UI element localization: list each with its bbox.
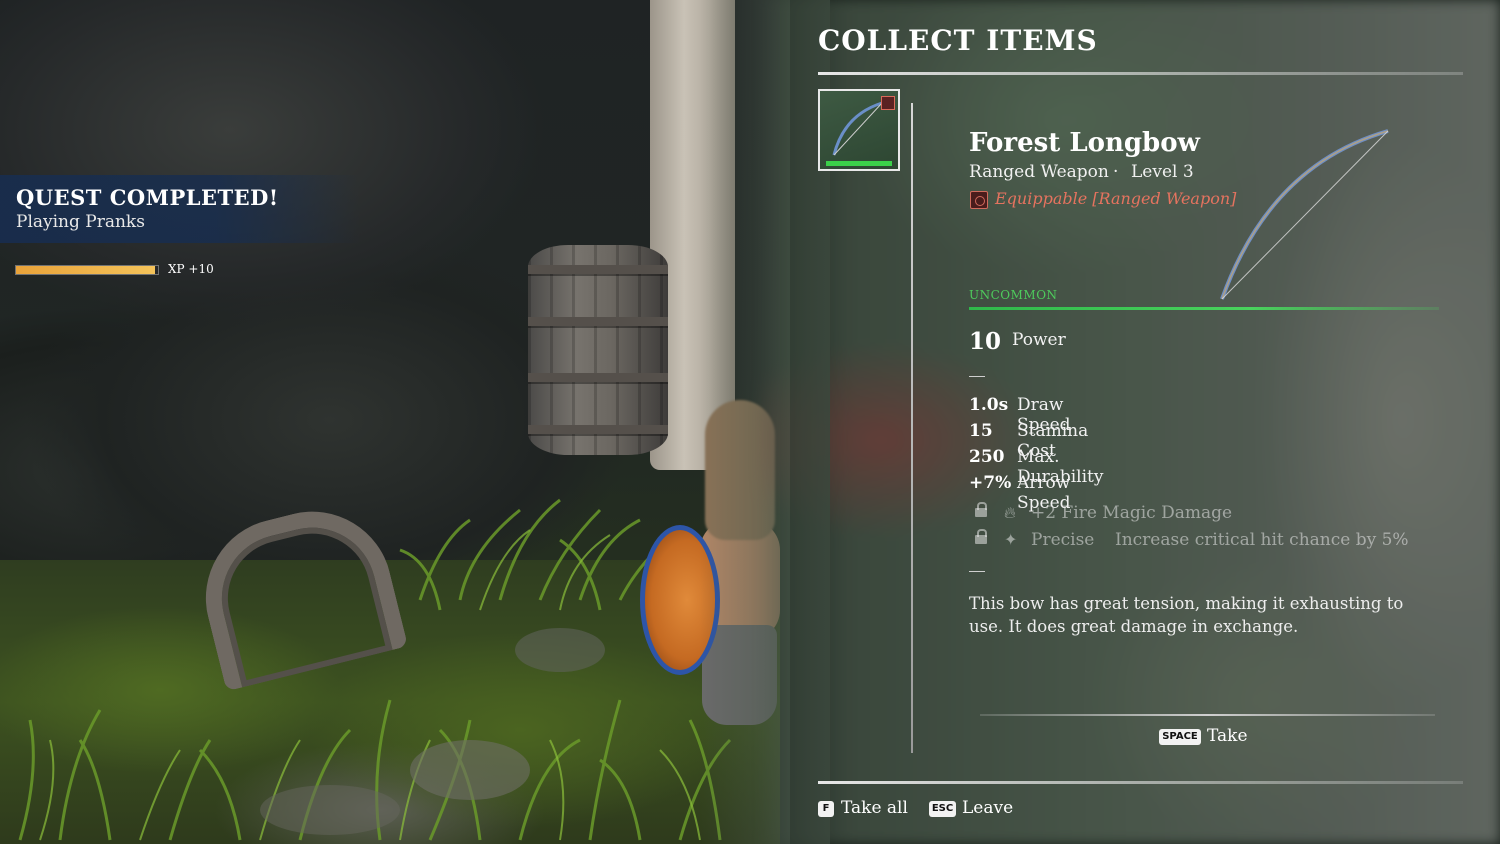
divider — [818, 781, 1463, 784]
lock-icon — [975, 529, 987, 544]
section-dash — [969, 376, 985, 377]
sparkle-icon: ✦ — [1004, 530, 1018, 549]
fire-icon: 🔥︎ — [1004, 503, 1016, 522]
quest-name: Playing Pranks — [16, 212, 145, 232]
power-label: Power — [1012, 330, 1066, 350]
locked-perk: ✦ Precise Increase critical hit chance b… — [969, 529, 1409, 554]
panel-divider — [911, 103, 913, 753]
stat-value: 250 — [969, 447, 1005, 467]
item-level: Level 3 — [1131, 162, 1194, 182]
locked-perk: 🔥︎ +2 Fire Magic Damage — [969, 502, 1269, 527]
section-dash — [969, 571, 985, 572]
item-slot-selected[interactable] — [818, 89, 900, 171]
f-key-icon[interactable]: F — [818, 801, 834, 817]
equippable-badge-icon — [881, 96, 895, 110]
quest-completed-title: QUEST COMPLETED! — [16, 185, 279, 210]
item-durability-bar — [826, 161, 892, 166]
xp-gain-label: XP +10 — [168, 262, 214, 276]
take-button[interactable]: Take — [1207, 726, 1248, 746]
item-description: This bow has great tension, making it ex… — [969, 594, 1404, 636]
xp-progress-bar — [15, 265, 159, 275]
item-separator: · — [1113, 162, 1119, 182]
equippable-icon — [970, 191, 988, 209]
divider — [818, 72, 1463, 75]
equippable-label: Equippable [Ranged Weapon] — [995, 189, 1237, 208]
perk-name: Precise — [1031, 530, 1095, 550]
stat-value: 15 — [969, 421, 993, 441]
perk-name: +2 Fire Magic Damage — [1031, 503, 1233, 523]
divider — [980, 714, 1435, 716]
xp-progress-fill — [16, 266, 156, 274]
longbow-preview-icon — [1220, 129, 1389, 300]
space-key-icon[interactable]: SPACE — [1159, 729, 1201, 745]
item-name: Forest Longbow — [969, 128, 1200, 158]
esc-key-icon[interactable]: ESC — [929, 801, 956, 817]
perk-description: Increase critical hit chance by 5% — [1115, 530, 1409, 550]
stat-value: 1.0s — [969, 395, 1009, 415]
rarity-label: UNCOMMON — [969, 288, 1058, 302]
panel-title: COLLECT ITEMS — [818, 24, 1098, 57]
power-value: 10 — [969, 328, 1002, 355]
item-type: Ranged Weapon — [969, 162, 1109, 182]
lock-icon — [975, 502, 987, 517]
rarity-divider — [969, 307, 1439, 310]
take-all-button[interactable]: Take all — [841, 798, 908, 818]
leave-button[interactable]: Leave — [962, 798, 1013, 818]
stat-value: +7% — [969, 473, 1012, 493]
